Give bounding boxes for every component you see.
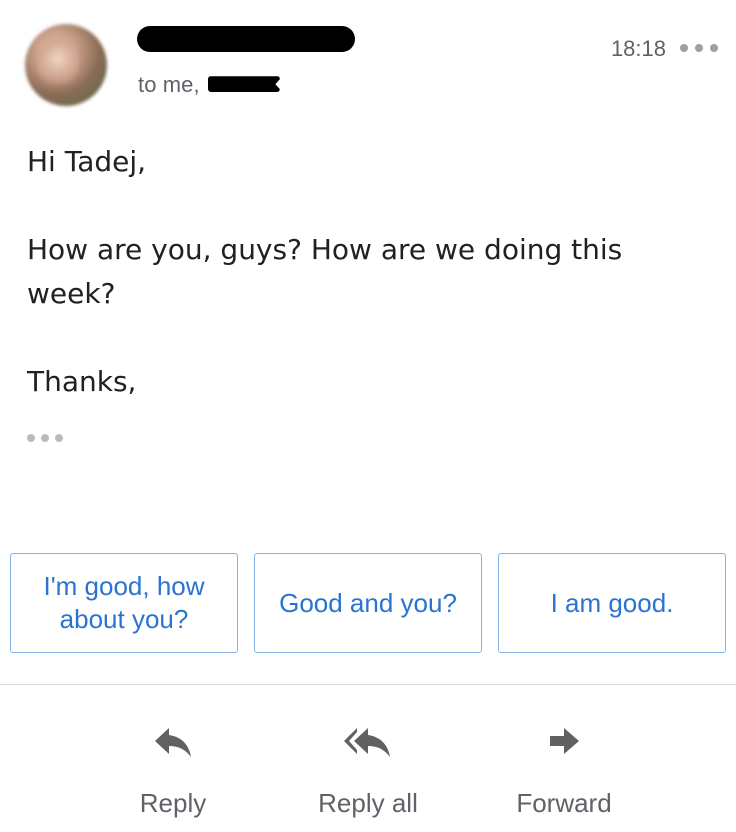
reply-label: Reply — [139, 788, 207, 818]
reply-all-label: Reply all — [318, 788, 418, 818]
forward-icon — [550, 728, 579, 754]
body-line: How are you, guys? How are we doing this… — [27, 233, 623, 310]
show-trimmed-content-icon[interactable] — [27, 432, 63, 444]
action-bar: Reply Reply all Forward — [0, 712, 736, 822]
recipient-redacted — [207, 76, 280, 93]
divider — [0, 684, 736, 685]
more-options-icon[interactable] — [680, 36, 718, 60]
forward-label: Forward — [516, 788, 612, 818]
smart-reply-chip[interactable]: Good and you? — [254, 553, 482, 653]
reply-all-button[interactable]: Reply all — [278, 712, 458, 822]
sender-name-redacted — [137, 26, 355, 52]
reply-icon — [155, 728, 191, 757]
smart-reply-bar: I'm good, how about you? Good and you? I… — [10, 553, 726, 653]
smart-reply-chip[interactable]: I am good. — [498, 553, 726, 653]
reply-all-icon — [344, 728, 390, 757]
smart-reply-chip[interactable]: I'm good, how about you? — [10, 553, 238, 653]
recipient-line[interactable]: to me, — [138, 72, 280, 98]
signoff: Thanks, — [27, 365, 137, 398]
sender-avatar[interactable] — [25, 24, 107, 106]
message-body: Hi Tadej, How are you, guys? How are we … — [27, 140, 687, 404]
reply-button[interactable]: Reply — [83, 712, 263, 822]
to-prefix: to me, — [138, 72, 200, 97]
message-time: 18:18 — [610, 36, 666, 61]
email-view: to me, 18:18 Hi Tadej, How are you, guys… — [0, 0, 736, 832]
greeting: Hi Tadej, — [27, 145, 147, 178]
forward-button[interactable]: Forward — [474, 712, 654, 822]
